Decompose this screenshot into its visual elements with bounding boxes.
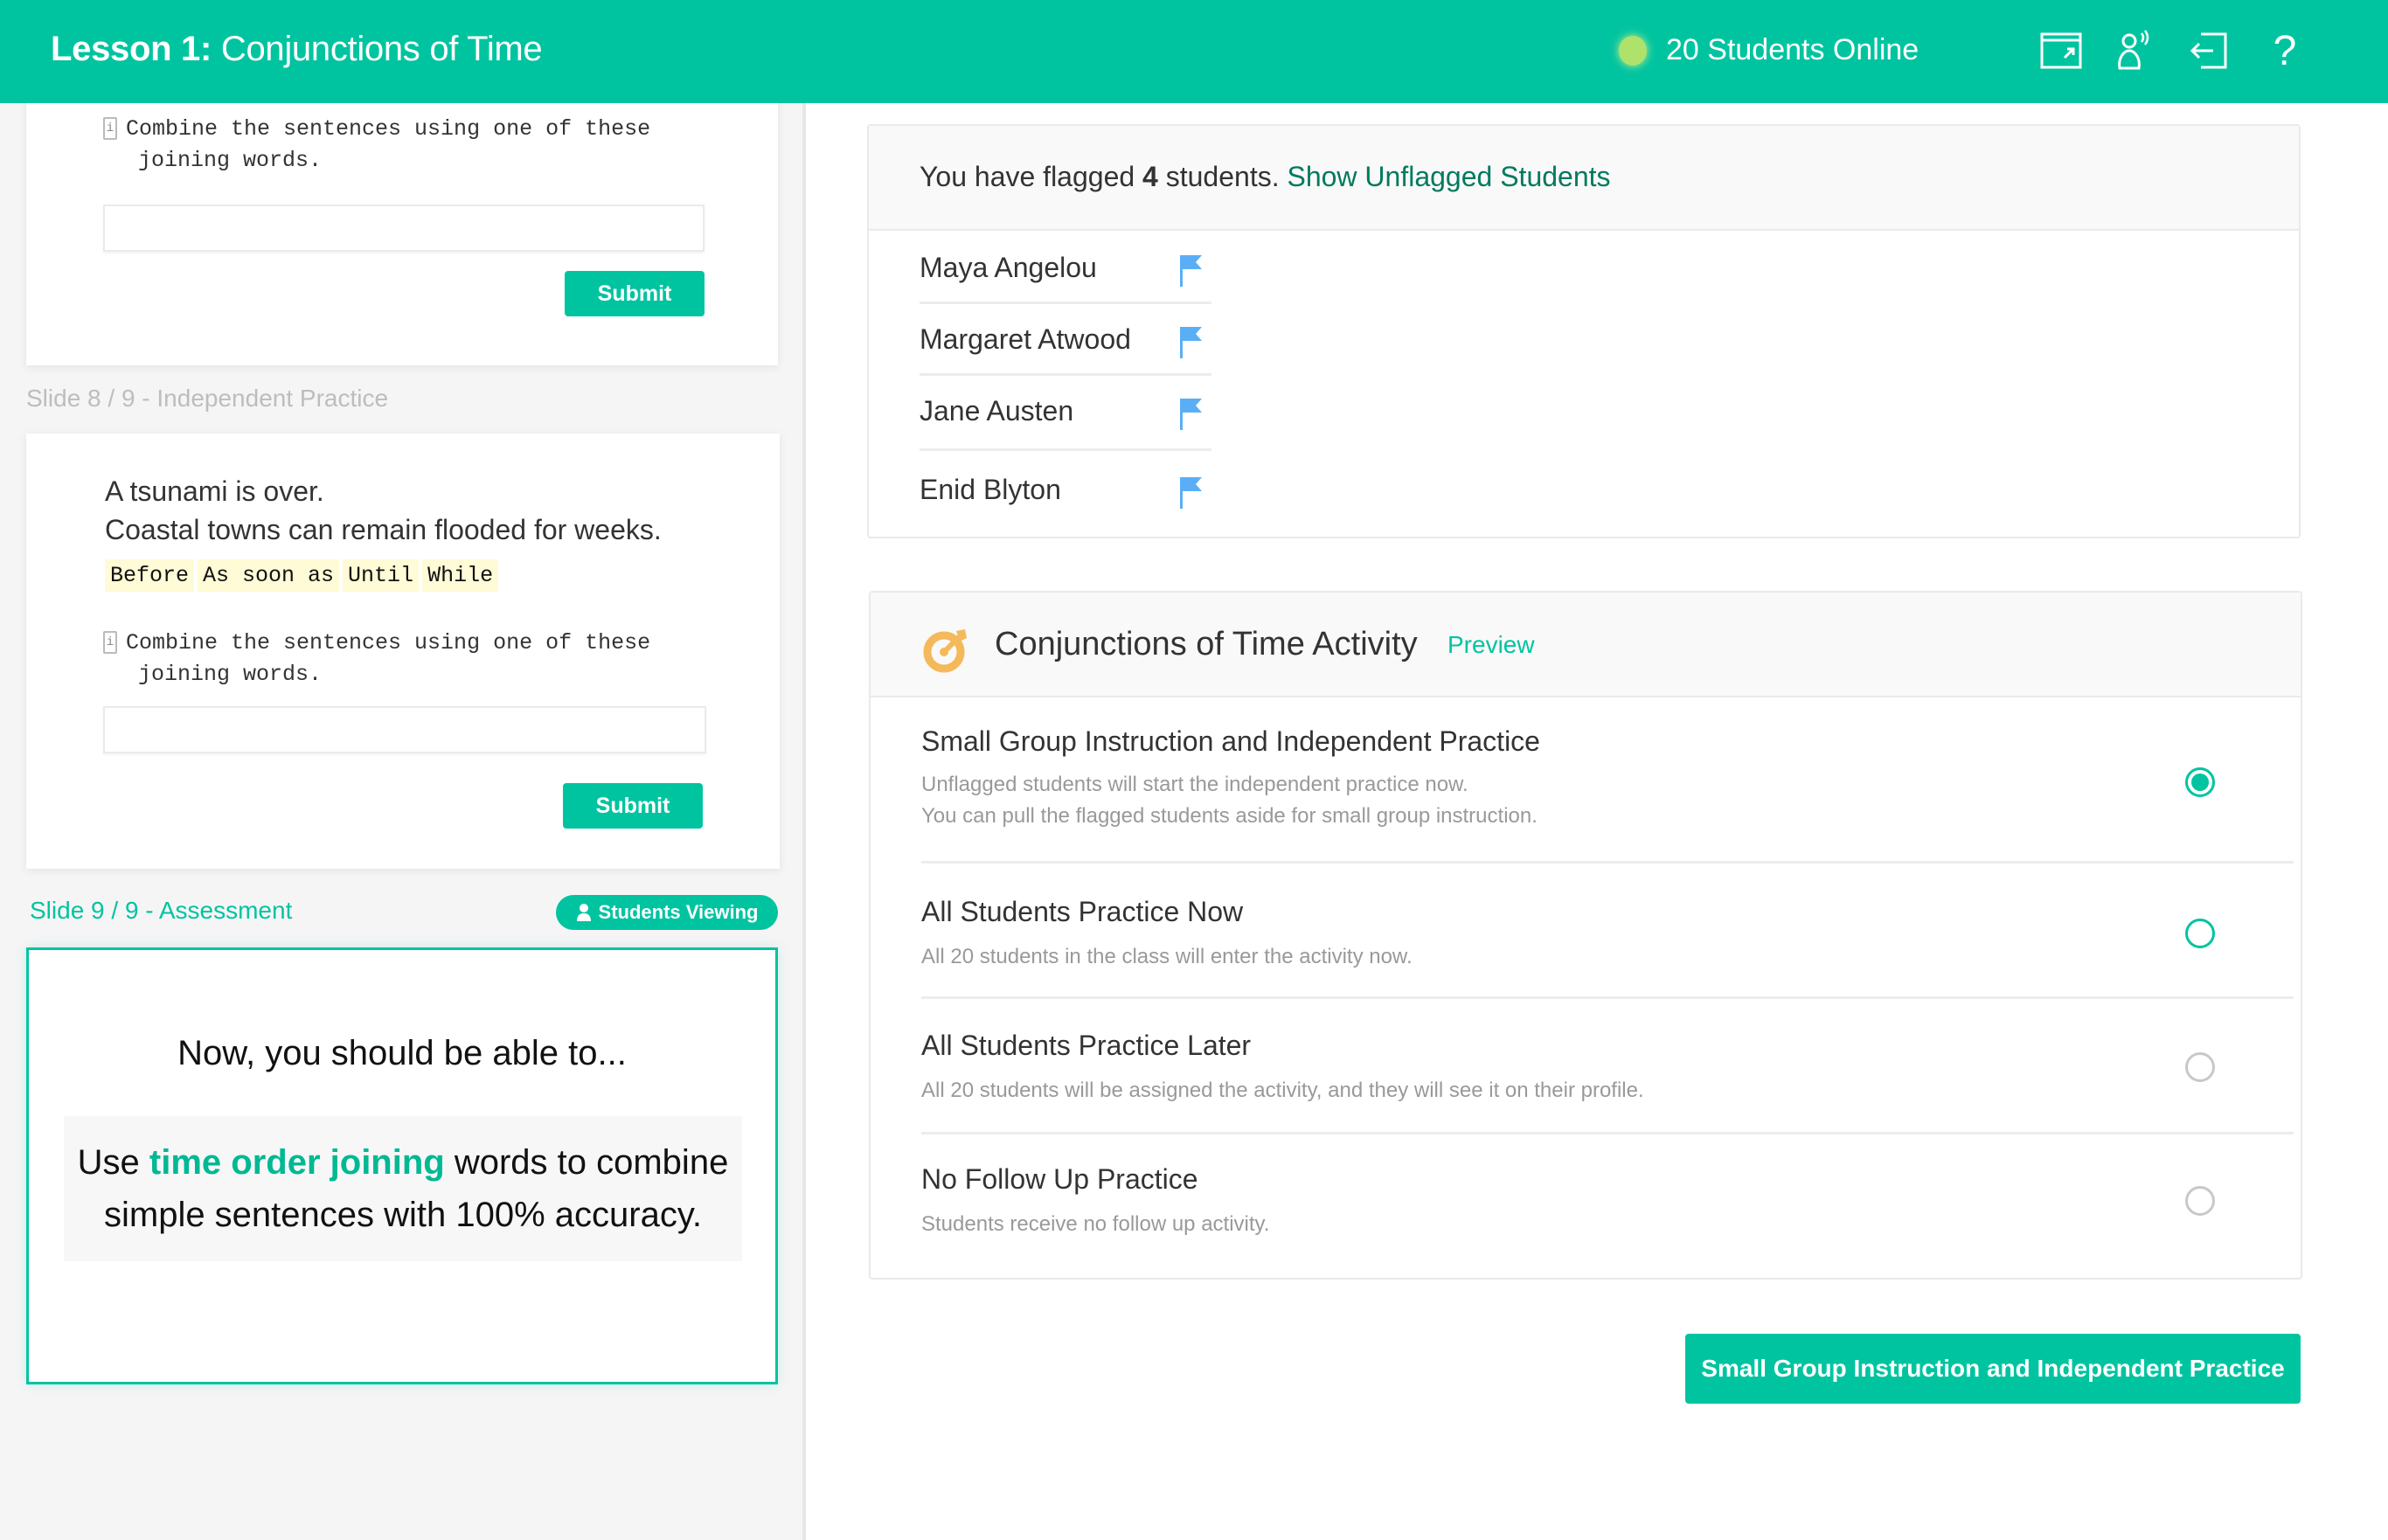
slide-card-7: i Combine the sentences using one of thes… [26, 103, 778, 365]
option-description: Students receive no follow up activity. [921, 1212, 1270, 1236]
student-name: Enid Blyton [920, 474, 1061, 505]
info-icon: i [103, 117, 117, 141]
lesson-prefix: Lesson 1: [51, 30, 212, 68]
present-window-icon [2040, 32, 2082, 69]
submit-button[interactable]: Submit [563, 783, 703, 829]
show-unflagged-link[interactable]: Show Unflagged Students [1287, 161, 1610, 192]
slides-panel[interactable]: i Combine the sentences using one of thes… [0, 103, 802, 1540]
students-viewing-badge: Students Viewing [556, 895, 778, 930]
help-icon: ? [2273, 27, 2297, 74]
flag-icon[interactable] [1178, 397, 1204, 432]
online-count: 20 Students Online [1666, 33, 1919, 66]
exit-icon [2190, 32, 2227, 69]
online-dot-icon [1619, 35, 1647, 66]
student-row: Margaret Atwood [920, 304, 1211, 376]
option-radio[interactable] [2185, 1186, 2215, 1216]
preview-link[interactable]: Preview [1447, 631, 1535, 659]
option-description: Unflagged students will start the indepe… [921, 773, 1538, 828]
activity-target-icon [923, 629, 967, 673]
student-row: Enid Blyton [920, 454, 1211, 526]
sentence-2: Coastal towns can remain flooded for wee… [105, 514, 662, 545]
exit-button[interactable] [2183, 26, 2232, 75]
confirm-activity-button[interactable]: Small Group Instruction and Independent … [1685, 1334, 2301, 1404]
help-button[interactable]: ? [2260, 26, 2309, 75]
activity-panel: Conjunctions of Time Activity Preview Sm… [869, 591, 2302, 1280]
option-no-follow-up[interactable]: No Follow Up Practice Students receive n… [921, 1137, 2294, 1277]
option-small-group[interactable]: Small Group Instruction and Independent … [921, 699, 2294, 864]
slide-8-label: Slide 8 / 9 - Independent Practice [26, 385, 389, 412]
chip-until: Until [343, 559, 420, 592]
flagged-students-panel: You have flagged 4 students. Show Unflag… [867, 124, 2301, 538]
info-icon: i [103, 631, 117, 655]
chip-as-soon-as: As soon as [198, 559, 340, 592]
option-radio[interactable] [2185, 767, 2215, 797]
present-window-button[interactable] [2037, 26, 2086, 75]
slide-card-8[interactable]: A tsunami is over. Coastal towns can rem… [26, 434, 780, 869]
option-title: All Students Practice Now [921, 896, 1244, 927]
lesson-name: Conjunctions of Time [220, 30, 543, 68]
student-row: Jane Austen [920, 376, 1211, 451]
slide-card-9[interactable]: Now, you should be able to... Use time o… [26, 947, 778, 1384]
activity-header: Conjunctions of Time Activity Preview [871, 593, 2301, 697]
flagged-count: 4 [1142, 161, 1158, 192]
slide-9-label: Slide 9 / 9 - Assessment [30, 897, 293, 924]
flag-icon[interactable] [1178, 253, 1204, 288]
option-title: No Follow Up Practice [921, 1163, 1198, 1195]
chip-before: Before [105, 559, 195, 592]
lesson-title: Lesson 1: Conjunctions of Time [51, 30, 543, 69]
option-radio[interactable] [2185, 919, 2215, 948]
chip-while: While [422, 559, 499, 592]
option-title: Small Group Instruction and Independent … [921, 725, 1540, 757]
activity-title: Conjunctions of Time Activity [995, 626, 1418, 662]
assessment-heading: Now, you should be able to... [177, 1034, 627, 1072]
students-broadcast-button[interactable] [2110, 26, 2159, 75]
student-name: Margaret Atwood [920, 323, 1131, 355]
instruction-text: i Combine the sentences using one of thes… [103, 114, 715, 177]
objective-highlight: time order joining [149, 1143, 445, 1182]
flag-icon[interactable] [1178, 475, 1204, 510]
flag-icon[interactable] [1178, 325, 1204, 360]
option-radio[interactable] [2185, 1052, 2215, 1082]
flagged-header: You have flagged 4 students. Show Unflag… [869, 126, 2299, 231]
student-row: Maya Angelou [920, 232, 1211, 304]
option-description: All 20 students in the class will enter … [921, 945, 1413, 968]
flagged-summary: You have flagged 4 students. Show Unflag… [920, 161, 1611, 192]
answer-input[interactable] [103, 706, 706, 753]
student-name: Jane Austen [920, 395, 1074, 427]
learning-objective: Use time order joining words to combine … [64, 1116, 742, 1261]
option-practice-later[interactable]: All Students Practice Later All 20 stude… [921, 1002, 2294, 1134]
online-status: 20 Students Online [1619, 33, 1919, 67]
answer-input[interactable] [103, 205, 705, 252]
joining-word-chips: Before As soon as Until While [105, 559, 499, 592]
students-broadcast-icon [2118, 30, 2149, 70]
pane-divider [802, 103, 806, 1540]
student-name: Maya Angelou [920, 252, 1097, 283]
instruction-text: i Combine the sentences using one of thes… [103, 628, 715, 690]
option-title: All Students Practice Later [921, 1030, 1252, 1061]
person-icon [576, 904, 591, 921]
option-description: All 20 students will be assigned the act… [921, 1079, 1644, 1102]
top-bar: Lesson 1: Conjunctions of Time 20 Studen… [0, 0, 2388, 103]
submit-button[interactable]: Submit [565, 271, 705, 316]
option-practice-now[interactable]: All Students Practice Now All 20 student… [921, 866, 2294, 999]
sentence-1: A tsunami is over. [105, 475, 324, 507]
